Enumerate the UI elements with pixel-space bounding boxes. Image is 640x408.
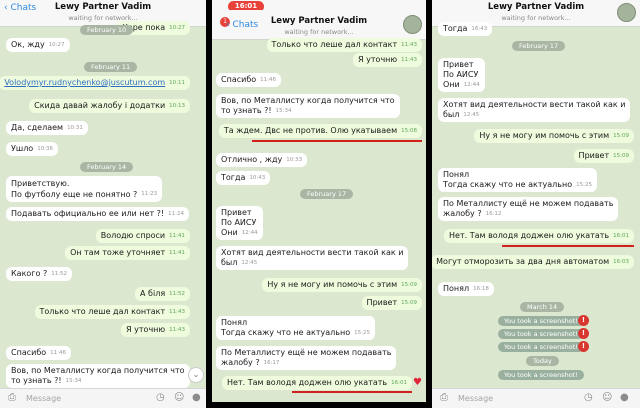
middle-phone-panel: 16:01 1 ‹ Chats Lewy Partner Vadim waiti… <box>206 0 432 408</box>
message-bubble[interactable]: Вов, по Металлисту когда получится что то… <box>216 94 400 118</box>
message-bubble[interactable]: Спасибо 11:46 <box>216 73 282 87</box>
chat-status: waiting for network... <box>501 14 571 22</box>
message-bubble[interactable]: Ну я не могу им помочь с этим 15:09 <box>262 278 422 292</box>
message-bubble[interactable]: Тогда 16:43 <box>438 22 493 36</box>
message-input[interactable]: Message <box>458 394 493 403</box>
message-input[interactable]: Message <box>26 394 61 403</box>
chat-title: Lewy Partner Vadim <box>270 16 368 26</box>
microphone-icon[interactable]: ● <box>620 392 629 403</box>
message-bubble[interactable]: Привет По АИСУ Они 12:44 <box>216 206 263 240</box>
date-separator: February 17 <box>512 41 566 51</box>
message-bubble[interactable]: По Металлисту ещё не можем подавать жалоб… <box>438 197 619 221</box>
screenshot-notice: You took a screenshot! <box>498 316 584 326</box>
message-bubble[interactable]: Привет 15:09 <box>573 149 634 163</box>
message-bubble[interactable]: По Металлисту ещё не можем подавать жалоб… <box>216 346 397 370</box>
message-bubble[interactable]: Подавать официально ее или нет ?! 11:24 <box>6 207 189 221</box>
scroll-down-button[interactable]: ⌄ <box>188 367 204 383</box>
date-separator: February 11 <box>84 62 138 72</box>
message-bubble[interactable]: Только что леше дал контакт 11:43 <box>266 38 422 52</box>
message-bubble[interactable]: Понял 16:18 <box>438 282 494 296</box>
message-bubble[interactable]: Какого ? 11:52 <box>6 267 73 281</box>
date-separator: March 14 <box>520 302 565 312</box>
heart-icon: ♥ <box>413 377 422 388</box>
message-bubble[interactable]: Тогда 10:43 <box>216 171 271 185</box>
message-bubble[interactable]: Я уточню 11:43 <box>121 323 190 337</box>
message-bubble[interactable]: А біля 11:52 <box>135 287 190 301</box>
message-input-bar: ⎙ Message ◷ ☺ ● <box>0 388 206 408</box>
clock-icon[interactable]: ◷ <box>584 392 593 403</box>
message-bubble[interactable]: Ок, жду 10:27 <box>6 38 70 52</box>
message-bubble[interactable]: Володю спроси 11:41 <box>95 229 190 243</box>
message-bubble[interactable]: Да, сделаем 10:31 <box>6 121 88 135</box>
microphone-icon[interactable]: ● <box>192 392 201 403</box>
message-bubble[interactable]: Нет. Там володя доджен олю укатать 16:01 <box>222 376 412 390</box>
error-icon: ! <box>578 315 589 326</box>
avatar[interactable] <box>617 3 636 22</box>
message-bubble[interactable]: Ушло 10:36 <box>6 142 59 156</box>
date-separator: February 17 <box>300 189 354 199</box>
clock-icon[interactable]: ◷ <box>156 392 165 403</box>
message-bubble[interactable]: Только что леше дал контакт 11:43 <box>34 305 190 319</box>
message-bubble[interactable]: Понял Тогда скажу что не актуально 15:25 <box>438 168 597 192</box>
email-link[interactable]: Volodymyr.rudnychenko@juscutum.com <box>4 78 165 87</box>
date-separator: February 10 <box>80 25 134 35</box>
right-chat-panel: Lewy Partner Vadim waiting for network..… <box>432 0 640 408</box>
left-chat-panel: ‹ Chats Lewy Partner Vadim waiting for n… <box>0 0 206 408</box>
message-bubble[interactable]: Вов, по Металлисту когда получится что то… <box>6 364 190 388</box>
date-separator: Today <box>526 356 559 366</box>
message-bubble[interactable]: Та ждем. Двс не против. Олю укатываем 15:… <box>218 124 422 138</box>
red-underline <box>292 391 412 393</box>
screenshot-notice: You took a screenshot! <box>498 342 584 352</box>
message-bubble[interactable]: Нет. Там володя доджен олю укатать 16:01 <box>444 229 634 243</box>
message-bubble[interactable]: Хотят вид деятельности вести такой как и… <box>216 246 409 270</box>
chat-title: Lewy Partner Vadim <box>54 2 152 12</box>
sticker-icon[interactable]: ☺ <box>602 392 612 403</box>
attach-icon[interactable]: ⎙ <box>8 392 16 403</box>
message-bubble[interactable]: Хотят вид деятельности вести такой как и… <box>438 98 631 122</box>
attach-icon[interactable]: ⎙ <box>440 392 448 403</box>
phone-screen: 16:01 1 ‹ Chats Lewy Partner Vadim waiti… <box>212 0 426 402</box>
message-bubble[interactable]: Могут отморозить за два дня автоматом 16:… <box>432 255 634 269</box>
error-icon: ! <box>578 341 589 352</box>
message-bubble[interactable]: Привет 15:09 <box>361 296 422 310</box>
error-icon: ! <box>578 328 589 339</box>
message-bubble[interactable]: Отлично , жду 10:33 <box>216 153 308 167</box>
sticker-icon[interactable]: ☺ <box>174 392 184 403</box>
screenshot-notice: You took a screenshot! <box>498 370 584 380</box>
screenshot-notice: You took a screenshot! <box>498 329 584 339</box>
chat-status: waiting for network... <box>284 28 354 36</box>
avatar[interactable] <box>403 15 422 34</box>
message-input-bar: ⎙ Message ◷ ☺ ● <box>432 388 640 408</box>
date-separator: February 14 <box>80 162 134 172</box>
message-bubble[interactable]: Volodymyr.rudnychenko@juscutum.com 10:11 <box>0 76 190 90</box>
message-bubble[interactable]: Я уточню 11:43 <box>353 53 422 67</box>
red-underline <box>252 140 422 142</box>
message-bubble[interactable]: Понял Тогда скажу что не актуально 15:25 <box>216 316 375 340</box>
chat-title: Lewy Partner Vadim <box>487 2 585 12</box>
message-bubble[interactable]: Он там тоже уточняет 11:41 <box>65 246 190 260</box>
message-bubble[interactable]: Привет По АИСУ Они 12:44 <box>438 58 485 92</box>
message-bubble[interactable]: Спасибо 11:46 <box>6 346 72 360</box>
red-underline <box>502 245 634 247</box>
message-bubble[interactable]: Приветствую. По футболу еще не понятно ? 1… <box>6 176 163 202</box>
chat-header: 1 ‹ Chats Lewy Partner Vadim waiting for… <box>212 10 426 40</box>
message-bubble[interactable]: Ну я не могу им помочь с этим 15:09 <box>474 129 634 143</box>
message-bubble[interactable]: Скида давай жалобу і додатки 10:13 <box>29 99 190 113</box>
